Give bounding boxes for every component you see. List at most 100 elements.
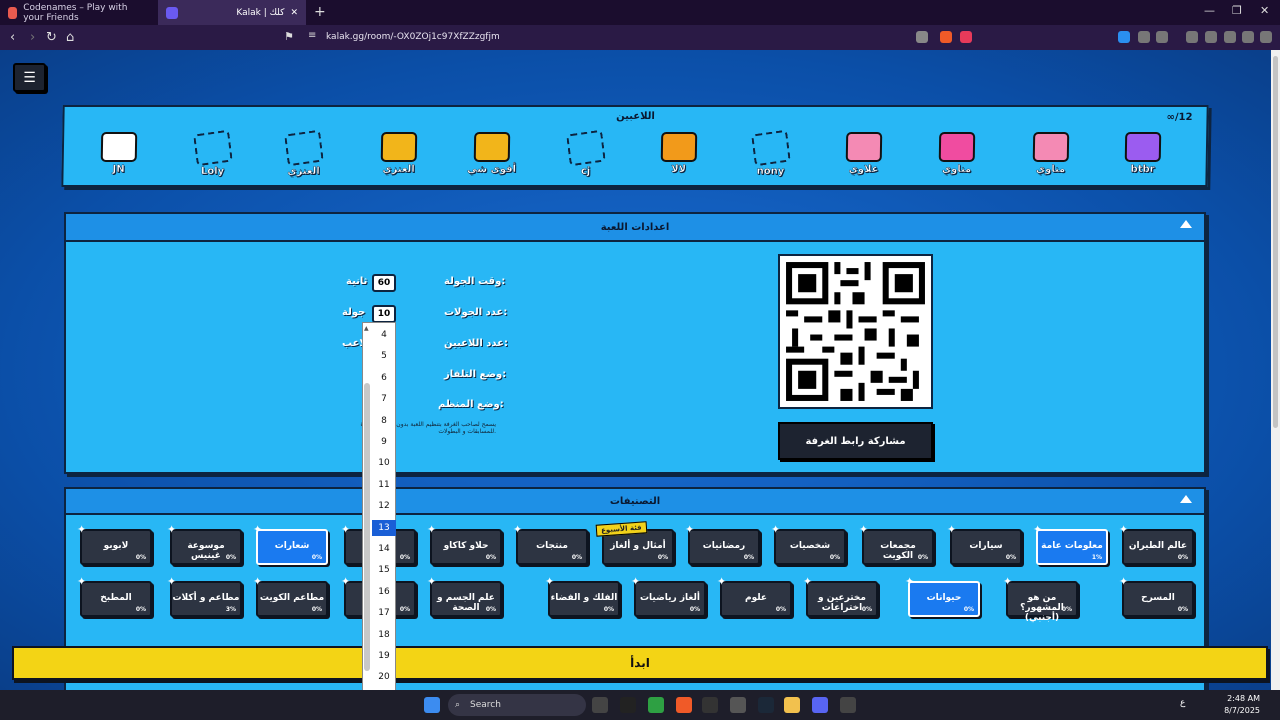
dropdown-option[interactable]: 14 [372,541,396,557]
home-icon[interactable]: ⌂ [66,30,74,45]
share-icon[interactable] [916,31,928,43]
menu-icon[interactable] [1260,31,1272,43]
player-slot[interactable]: JN [83,132,154,184]
taskbar-search[interactable]: ⌕ Search [448,694,586,716]
maximize-icon[interactable]: ❐ [1232,4,1242,17]
category-button[interactable]: ✦ ألغاز رياضيات 0% [631,575,706,617]
player-slot[interactable]: لالا [643,132,714,184]
settings-header[interactable]: اعدادات اللعبة [66,214,1204,242]
app-icon[interactable] [592,697,608,713]
forward-icon[interactable]: › [30,30,35,45]
minimize-icon[interactable]: — [1204,4,1215,17]
round-time-select[interactable]: 60 [372,274,396,292]
player-slot[interactable]: مناوي [921,132,992,184]
dropdown-option[interactable]: 10 [372,455,396,471]
screenshot-icon[interactable] [1156,31,1168,43]
hamburger-menu-button[interactable]: ☰ [13,63,46,92]
player-slot[interactable]: علاوي [828,132,899,184]
collapse-arrow-icon[interactable] [1180,220,1192,228]
share-room-link-button[interactable]: مشاركة رابط الغرفة [778,422,933,460]
page-scrollbar-thumb[interactable] [1273,56,1278,428]
new-tab-button[interactable]: + [314,4,326,20]
category-button[interactable]: ✦ سيارات 0% [947,523,1022,565]
close-window-icon[interactable]: ✕ [1260,4,1269,17]
category-button[interactable]: ✦ علم الجسم و الصحة 0% [427,575,502,617]
category-button[interactable]: ✦ الفلك و الفضاء 0% [545,575,620,617]
category-button[interactable]: ✦ لابوبو 0% [77,523,152,565]
brave-rewards-icon[interactable] [960,31,972,43]
category-button[interactable]: ✦ مخترعين و اختراعات 0% [803,575,878,617]
language-indicator[interactable]: ع [1180,698,1185,708]
dropdown-option[interactable]: 13 [372,519,396,536]
close-tab-icon[interactable]: ✕ [290,8,298,18]
player-slot[interactable]: مناوي [1015,132,1086,184]
app-icon[interactable] [730,697,746,713]
categories-header[interactable]: التصنيفات [66,489,1204,515]
category-button[interactable]: ✦ موسوعة غينيس 0% [167,523,242,565]
wallet-icon[interactable] [1205,31,1217,43]
player-slot[interactable]: العنزي [363,132,434,184]
taskbar-clock[interactable]: 2:48 AM 8/7/2025 [1224,693,1260,717]
category-button[interactable]: ✦ مطاعم و أكلات 3% [167,575,242,617]
category-button[interactable]: ✦ مطاعم الكويت 0% [253,575,328,617]
dropdown-option[interactable]: 5 [372,348,396,364]
dropdown-option[interactable]: 7 [372,391,396,407]
player-slot[interactable]: cj [550,129,621,184]
category-button[interactable]: ✦ شخصيات 0% [771,523,846,565]
leo-icon[interactable] [1224,31,1236,43]
brave-shield-icon[interactable] [940,31,952,43]
player-slot[interactable]: btbr [1107,132,1178,184]
back-icon[interactable]: ‹ [10,30,15,45]
dropdown-option[interactable]: 20 [372,669,396,685]
dropdown-option[interactable]: 6 [372,370,396,386]
discord-icon[interactable] [812,697,828,713]
dropdown-option[interactable]: 17 [372,605,396,621]
dropdown-option[interactable]: 8 [372,413,396,429]
collapse-arrow-icon[interactable] [1180,495,1192,503]
category-button[interactable]: ✦ شعارات 0% [253,523,328,565]
bookmark-icon[interactable]: ⚑ [284,30,294,43]
rounds-dropdown-list[interactable]: ▲ 4567891011121314151617181920 ▼ [362,322,396,690]
steam-icon[interactable] [758,697,774,713]
brave-icon[interactable] [676,697,692,713]
dropdown-option[interactable]: 11 [372,477,396,493]
dropdown-option[interactable]: 4 [372,327,396,343]
page-scrollbar[interactable] [1271,50,1280,690]
category-button[interactable]: ✦ منتجات 0% [513,523,588,565]
dropdown-option[interactable]: 16 [372,584,396,600]
category-button[interactable]: ✦ عالم الطيران 0% [1119,523,1194,565]
category-button[interactable]: ✦ رمضانيات 0% [685,523,760,565]
app-icon[interactable] [702,697,718,713]
file-explorer-icon[interactable] [784,697,800,713]
vpn-icon[interactable] [1242,31,1254,43]
extensions-icon[interactable] [1138,31,1150,43]
category-button[interactable]: ✦ علوم 0% [717,575,792,617]
app-icon[interactable] [840,697,856,713]
category-button[interactable]: ✦ مجمعات الكويت 0% [859,523,934,565]
url-input[interactable]: kalak.gg/room/-OX0ZOj1c97XfZZzgfjm [326,32,500,42]
category-button[interactable]: ✦ المطبخ 0% [77,575,152,617]
dropdown-option[interactable]: 9 [372,434,396,450]
player-slot[interactable]: أفوى شي [456,132,527,184]
dropdown-option[interactable]: 19 [372,648,396,664]
app-icon[interactable] [620,697,636,713]
dropdown-option[interactable]: 15 [372,562,396,578]
xbox-icon[interactable] [648,697,664,713]
site-info-icon[interactable]: ≡ [308,30,316,41]
category-button[interactable]: ✦ حلاو كاكاو 0% [427,523,502,565]
tab-kalak[interactable]: Kalak | كلك ✕ [158,0,306,25]
sidebar-icon[interactable] [1186,31,1198,43]
player-slot[interactable]: العنزي [268,129,339,184]
start-game-button[interactable]: ابدأ [12,646,1268,680]
category-button[interactable]: ✦ معلومات عامة 1% [1033,523,1108,565]
scroll-up-icon[interactable]: ▲ [364,325,369,332]
dropdown-option[interactable]: 18 [372,627,396,643]
windows-start-icon[interactable] [424,697,440,713]
category-button[interactable]: ✦ من هو المشهور؟ (أجنبي) 0% [1003,575,1078,623]
rounds-select[interactable]: 10 [372,305,396,323]
player-slot[interactable]: nony [735,129,806,184]
player-slot[interactable]: Loly [177,129,248,184]
extension-icon[interactable] [1118,31,1130,43]
category-button[interactable]: ✦ حيوانات 0% [905,575,980,617]
category-button[interactable]: ✦ المسرح 0% [1119,575,1194,617]
